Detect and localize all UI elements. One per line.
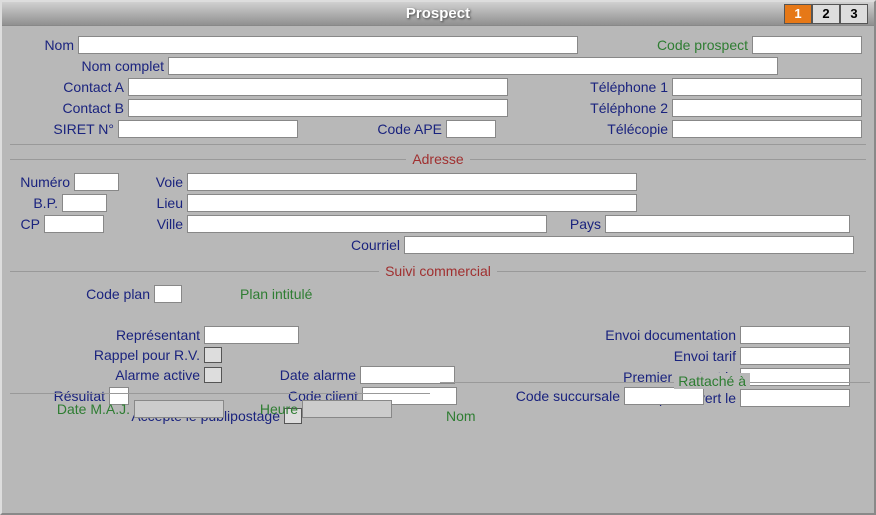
siret-input[interactable] xyxy=(118,120,298,138)
label-alarme-active: Alarme active xyxy=(10,367,200,383)
label-numero: Numéro xyxy=(10,174,70,190)
label-nom: Nom xyxy=(14,37,74,53)
nom-input[interactable] xyxy=(78,36,578,54)
label-siret: SIRET N° xyxy=(14,121,114,137)
heure-input xyxy=(302,400,392,418)
alarme-active-checkbox[interactable] xyxy=(204,367,222,383)
contact-b-input[interactable] xyxy=(128,99,508,117)
voie-input[interactable] xyxy=(187,173,637,191)
rattache-legend: Rattaché à xyxy=(674,373,750,389)
representant-input[interactable] xyxy=(204,326,299,344)
code-prospect-input[interactable] xyxy=(752,36,862,54)
ville-input[interactable] xyxy=(187,215,547,233)
tab-2[interactable]: 2 xyxy=(812,4,840,24)
label-courriel: Courriel xyxy=(10,237,400,253)
label-plan-intitule: Plan intitulé xyxy=(240,286,312,302)
label-code-prospect: Code prospect xyxy=(657,37,748,53)
label-telecopie: Télécopie xyxy=(548,121,668,137)
label-heure: Heure xyxy=(228,401,298,417)
code-succursale-input[interactable] xyxy=(624,387,704,405)
numero-input[interactable] xyxy=(74,173,119,191)
label-envoi-doc: Envoi documentation xyxy=(506,327,736,343)
label-representant: Représentant xyxy=(10,327,200,343)
cp-input[interactable] xyxy=(44,215,104,233)
envoi-tarif-input[interactable] xyxy=(740,347,850,365)
page-tabs: 1 2 3 xyxy=(784,4,868,24)
label-tel2: Téléphone 2 xyxy=(548,100,668,116)
label-code-ape: Code APE xyxy=(302,121,442,137)
rappel-rv-checkbox[interactable] xyxy=(204,347,222,363)
contact-a-input[interactable] xyxy=(128,78,508,96)
label-code-succursale: Code succursale xyxy=(440,388,620,404)
label-contact-a: Contact A xyxy=(14,79,124,95)
label-lieu: Lieu xyxy=(111,195,183,211)
telephone2-input[interactable] xyxy=(672,99,862,117)
adresse-legend: Adresse xyxy=(406,151,469,167)
tab-3[interactable]: 3 xyxy=(840,4,868,24)
suivi-legend: Suivi commercial xyxy=(379,263,497,279)
label-rattache-nom: Nom xyxy=(440,408,490,424)
date-maj-input xyxy=(134,400,224,418)
label-ville: Ville xyxy=(108,216,183,232)
lieu-input[interactable] xyxy=(187,194,637,212)
form-body: Nom Code prospect Nom complet Contact A … xyxy=(2,26,874,431)
label-nom-complet: Nom complet xyxy=(14,58,164,74)
envoi-doc-input[interactable] xyxy=(740,326,850,344)
label-envoi-tarif: Envoi tarif xyxy=(506,348,736,364)
nom-complet-input[interactable] xyxy=(168,57,778,75)
label-cp: CP xyxy=(10,216,40,232)
telecopie-input[interactable] xyxy=(672,120,862,138)
label-rappel-rv: Rappel pour R.V. xyxy=(10,347,200,363)
prospect-window: Prospect 1 2 3 Nom Code prospect Nom com… xyxy=(0,0,876,515)
label-tel1: Téléphone 1 xyxy=(548,79,668,95)
adresse-section: Adresse Numéro Voie B.P. Lieu CP Ville P… xyxy=(10,151,866,257)
label-code-plan: Code plan xyxy=(10,286,150,302)
window-title: Prospect xyxy=(406,5,470,22)
footer-block: Date M.A.J. Heure xyxy=(10,387,426,421)
label-voie: Voie xyxy=(123,174,183,190)
tab-1[interactable]: 1 xyxy=(784,4,812,24)
label-contact-b: Contact B xyxy=(14,100,124,116)
telephone1-input[interactable] xyxy=(672,78,862,96)
courriel-input[interactable] xyxy=(404,236,854,254)
code-ape-input[interactable] xyxy=(446,120,496,138)
bp-input[interactable] xyxy=(62,194,107,212)
label-date-maj: Date M.A.J. xyxy=(10,401,130,417)
pays-input[interactable] xyxy=(605,215,850,233)
code-plan-input[interactable] xyxy=(154,285,182,303)
label-date-alarme: Date alarme xyxy=(226,367,356,383)
rattache-section: Rattaché à Code succursale Nom xyxy=(440,382,870,427)
identity-block: Nom Code prospect Nom complet Contact A … xyxy=(10,30,866,145)
label-pays: Pays xyxy=(551,216,601,232)
titlebar: Prospect 1 2 3 xyxy=(2,2,874,26)
label-bp: B.P. xyxy=(10,195,58,211)
